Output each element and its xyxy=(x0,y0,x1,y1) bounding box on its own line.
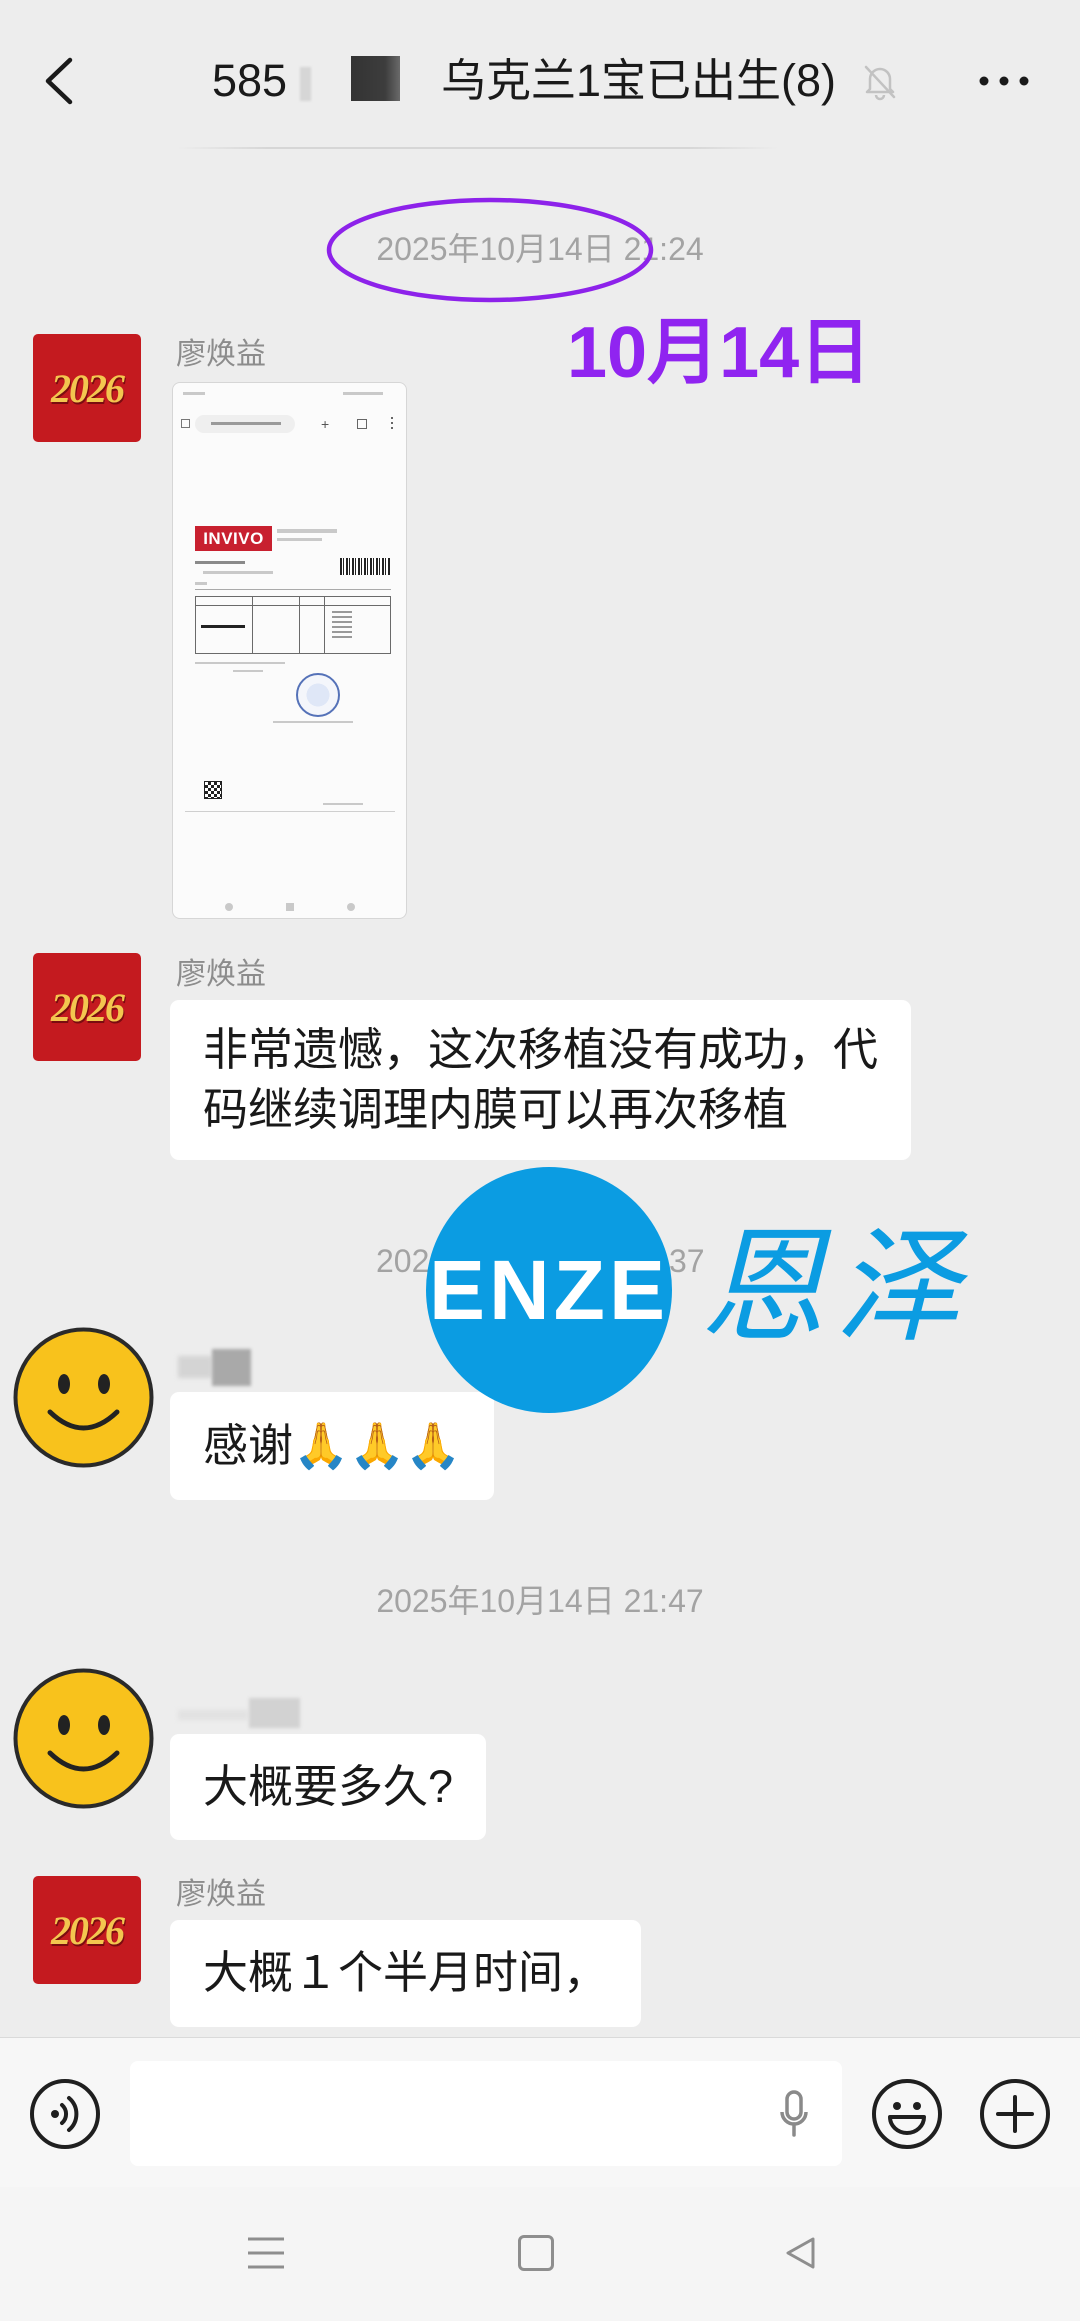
sender-name-redacted xyxy=(249,1698,300,1728)
doc-text-line xyxy=(323,803,363,805)
doc-text-line xyxy=(233,670,263,672)
chat-header: 585 乌克兰1宝已出生(8) xyxy=(0,0,1080,148)
voice-icon[interactable] xyxy=(29,2078,101,2150)
sender-name-redacted xyxy=(178,1356,212,1378)
message-bubble: 大概１个半月时间， xyxy=(170,1920,642,2027)
sender-name: 廖焕益 xyxy=(176,958,266,991)
chat-title: 乌克兰1宝已出生(8) xyxy=(441,55,837,106)
document-stamp xyxy=(296,673,340,717)
barcode xyxy=(340,558,390,575)
back-triangle-icon[interactable] xyxy=(782,2235,818,2271)
sender-name: 廖焕益 xyxy=(176,338,266,371)
chevron-left-icon[interactable] xyxy=(42,56,76,106)
menu-dots-icon xyxy=(391,417,393,431)
message-text-line: 感谢🙏🙏🙏 xyxy=(203,1420,462,1471)
image-message[interactable]: + INVIVO xyxy=(172,382,407,919)
avatar[interactable]: 2026 xyxy=(33,334,141,442)
tabs-icon xyxy=(357,419,367,429)
timestamp-fragment: 202 xyxy=(376,1243,430,1279)
phone-nav-icon xyxy=(347,903,355,911)
message-text-line: 非常遗憾，这次移植没有成功，代 xyxy=(203,1024,879,1075)
doc-text-line xyxy=(203,571,273,574)
mic-icon[interactable] xyxy=(779,2090,809,2138)
document-logo: INVIVO xyxy=(195,526,272,551)
message-input[interactable] xyxy=(130,2061,842,2166)
annotation-ellipse xyxy=(326,197,654,303)
doc-text-line xyxy=(195,582,207,585)
doc-divider xyxy=(185,811,395,812)
message-text-line: 大概１个半月时间， xyxy=(203,1947,609,1998)
title-redaction-light xyxy=(300,67,311,101)
plus-icon[interactable] xyxy=(979,2078,1051,2150)
input-bar xyxy=(0,2037,1080,2187)
header-divider xyxy=(178,147,778,149)
message-bubble: 感谢🙏🙏🙏 xyxy=(170,1392,495,1500)
home-square-icon[interactable] xyxy=(518,2235,554,2271)
more-dots-icon[interactable] xyxy=(978,75,1030,87)
watermark-logo-text: ENZE xyxy=(428,1243,670,1337)
bell-muted-icon xyxy=(864,65,896,101)
chat-title-prefix: 585 xyxy=(212,55,288,106)
message-text-line: 大概要多久? xyxy=(203,1761,454,1812)
doc-text-line xyxy=(277,538,322,541)
avatar-logo-text: 2026 xyxy=(51,984,125,1030)
annotation-date-label: 10月14日 xyxy=(567,313,872,393)
doc-text-line xyxy=(195,561,245,564)
doc-text-line xyxy=(277,529,337,533)
status-bar-time xyxy=(183,392,205,395)
avatar[interactable]: 2026 xyxy=(33,953,141,1061)
smiley-avatar[interactable] xyxy=(12,1326,155,1469)
avatar-logo-text: 2026 xyxy=(51,365,125,411)
timestamp: 2025年10月14日 21:47 xyxy=(376,1583,704,1619)
phone-nav-icon xyxy=(286,903,294,911)
watermark-logo: ENZE xyxy=(426,1167,672,1413)
sender-name: 廖焕益 xyxy=(176,1878,266,1911)
emoji-icon[interactable] xyxy=(871,2078,943,2150)
doc-text-line xyxy=(273,721,353,723)
message-bubble: 非常遗憾，这次移植没有成功，代 码继续调理内膜可以再次移植 xyxy=(170,1000,912,1160)
message-bubble: 大概要多久? xyxy=(170,1734,487,1840)
avatar[interactable]: 2026 xyxy=(33,1876,141,1984)
avatar-logo-text: 2026 xyxy=(51,1907,125,1953)
sender-name-redacted xyxy=(178,1710,248,1720)
url-bar xyxy=(195,415,295,433)
document-table xyxy=(195,596,391,654)
doc-divider xyxy=(195,589,391,590)
menu-icon[interactable] xyxy=(246,2235,286,2271)
message-text-line: 码继续调理内膜可以再次移植 xyxy=(203,1084,789,1135)
title-redaction-block xyxy=(351,56,400,101)
smiley-avatar[interactable] xyxy=(12,1667,155,1810)
home-icon xyxy=(181,419,190,428)
sender-name-redacted xyxy=(212,1349,251,1386)
system-nav-bar xyxy=(0,2187,1080,2321)
qr-code xyxy=(204,781,222,799)
watermark-brand-text: 恩泽 xyxy=(700,1218,970,1357)
phone-nav-icon xyxy=(225,903,233,911)
plus-icon: + xyxy=(321,416,330,432)
doc-text-line xyxy=(195,662,285,664)
status-bar-icons xyxy=(343,392,383,395)
